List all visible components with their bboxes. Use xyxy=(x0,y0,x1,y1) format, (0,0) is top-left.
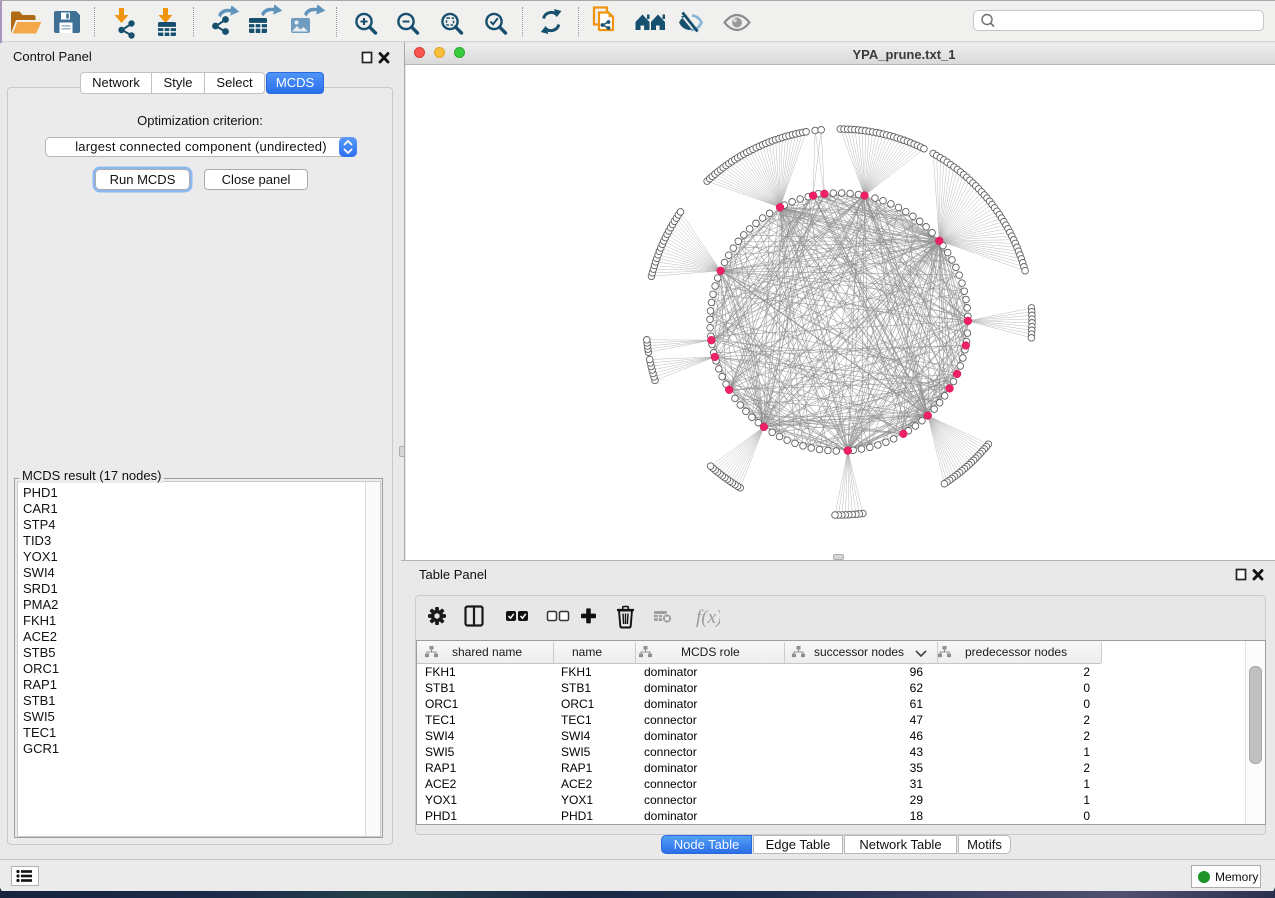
svg-text:f(x): f(x) xyxy=(696,607,720,628)
